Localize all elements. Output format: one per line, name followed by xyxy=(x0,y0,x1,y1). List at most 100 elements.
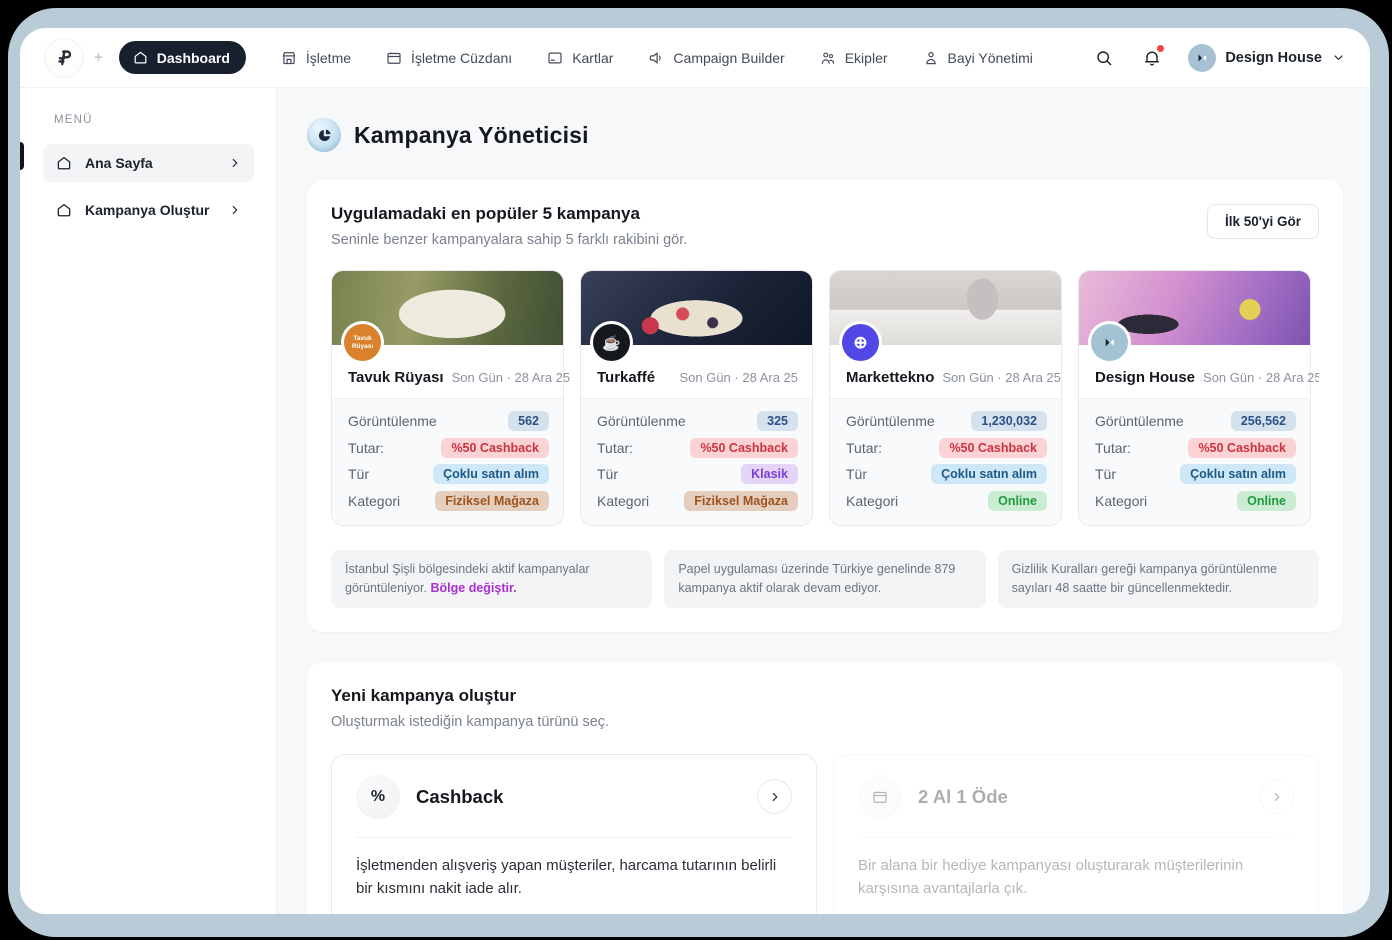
user-name: Design House xyxy=(1225,50,1322,66)
active-indicator xyxy=(20,142,24,170)
nav-item-ekipler[interactable]: Ekipler xyxy=(819,49,888,67)
nav-item-isletme[interactable]: İşletme xyxy=(280,49,351,67)
nav-item-isletme-cuzdani[interactable]: İşletme Cüzdanı xyxy=(385,49,512,67)
option-description: İşletmenden alışveriş yapan müşteriler, … xyxy=(356,854,792,901)
page-header: Kampanya Yöneticisi xyxy=(307,118,1343,152)
campaign-card[interactable]: ☕ Turkaffé Son Gün · 28 Ara 25 Görüntüle… xyxy=(580,270,813,526)
chevron-right-icon xyxy=(228,156,242,170)
campaign-card[interactable]: Design House Son Gün · 28 Ara 25 Görüntü… xyxy=(1078,270,1311,526)
amount-badge: %50 Cashback xyxy=(939,438,1047,458)
campaign-deadline: Son Gün · 28 Ara 25 xyxy=(942,370,1061,385)
views-badge: 562 xyxy=(508,411,549,431)
create-subtitle: Oluşturmak istediğin kampanya türünü seç… xyxy=(331,714,1319,730)
option-description: Bir alana bir hediye kampanyası oluştura… xyxy=(858,854,1294,901)
campaign-stats: Görüntülenme325 Tutar:%50 Cashback TürKl… xyxy=(581,398,812,525)
popular-campaigns-panel: Uygulamadaki en popüler 5 kampanya Senin… xyxy=(307,180,1343,632)
food-plate-photo: TavukRüyası xyxy=(332,271,563,345)
popular-subtitle: Seninle benzer kampanyalara sahip 5 fark… xyxy=(331,232,687,248)
campaign-deadline: Son Gün · 28 Ara 25 xyxy=(679,370,798,385)
views-badge: 1,230,032 xyxy=(971,411,1047,431)
type-badge: Çoklu satın alım xyxy=(931,464,1047,484)
note-privacy: Gizlilik Kuralları gereği kampanya görün… xyxy=(998,550,1319,608)
info-notes-row: İstanbul Şişli bölgesindeki aktif kampan… xyxy=(331,550,1319,608)
campaign-stats: Görüntülenme256,562 Tutar:%50 Cashback T… xyxy=(1079,398,1310,525)
views-badge: 256,562 xyxy=(1231,411,1296,431)
home-icon xyxy=(55,154,73,172)
amount-badge: %50 Cashback xyxy=(690,438,798,458)
megaphone-icon xyxy=(647,49,665,67)
sidebar: MENÜ Ana Sayfa Kampanya Oluştur xyxy=(20,88,277,914)
campaign-name: Design House xyxy=(1095,369,1195,386)
design-desk-photo xyxy=(1079,271,1310,345)
campaign-card[interactable]: TavukRüyası Tavuk Rüyası Son Gün · 28 Ar… xyxy=(331,270,564,526)
campaign-name: Markettekno xyxy=(846,369,934,386)
dessert-plate-photo: ☕ xyxy=(581,271,812,345)
wallet-icon xyxy=(385,49,403,67)
campaign-name: Turkaffé xyxy=(597,369,655,386)
option-2al1ode[interactable]: 2 Al 1 Öde Bir alana bir hediye kampanya… xyxy=(833,754,1319,915)
page-title: Kampanya Yöneticisi xyxy=(354,122,589,149)
campaign-stats: Görüntülenme 562 Tutar: %50 Cashback Tür Ço… xyxy=(332,398,563,525)
tavuk-ruyasi-logo: TavukRüyası xyxy=(344,324,381,361)
user-menu[interactable]: Design House xyxy=(1188,44,1346,72)
home-icon xyxy=(55,201,73,219)
type-label: Tür xyxy=(348,466,369,482)
nav-items: Dashboard İşletme İşletme Cüzdanı xyxy=(119,41,1033,74)
category-badge: Online xyxy=(988,491,1047,511)
plus-icon[interactable]: + xyxy=(94,49,103,66)
markettekno-logo: ⊕ xyxy=(842,324,879,361)
create-title: Yeni kampanya oluştur xyxy=(331,686,1319,706)
percent-icon: % xyxy=(356,775,400,819)
app-window: + Dashboard İşletme xyxy=(20,28,1370,914)
nav-item-bayi-yonetimi[interactable]: Bayi Yönetimi xyxy=(922,49,1033,67)
design-house-logo xyxy=(1091,324,1128,361)
option-title: Cashback xyxy=(416,786,503,808)
top-navigation-bar: + Dashboard İşletme xyxy=(20,28,1370,88)
nav-item-kartlar[interactable]: Kartlar xyxy=(546,49,613,67)
home-icon xyxy=(132,49,149,66)
sidebar-item-ana-sayfa[interactable]: Ana Sayfa xyxy=(43,144,254,182)
person-icon xyxy=(922,49,940,67)
notification-dot xyxy=(1157,45,1164,52)
type-badge: Çoklu satın alım xyxy=(433,464,549,484)
papel-logo-icon[interactable] xyxy=(44,38,84,78)
bell-icon[interactable] xyxy=(1140,46,1164,70)
create-campaign-panel: Yeni kampanya oluştur Oluşturmak istediğ… xyxy=(307,662,1343,915)
popular-title: Uygulamadaki en popüler 5 kampanya xyxy=(331,204,687,224)
see-top-50-button[interactable]: İlk 50'yi Gör xyxy=(1207,204,1319,239)
category-label: Kategori xyxy=(348,493,400,509)
amount-label: Tutar: xyxy=(348,440,384,456)
amount-badge: %50 Cashback xyxy=(441,438,549,458)
chevron-right-icon xyxy=(228,203,242,217)
office-counter-photo: ⊕ xyxy=(830,271,1061,345)
option-title: 2 Al 1 Öde xyxy=(918,786,1008,808)
option-cashback[interactable]: % Cashback İşletmenden alışveriş yapan m… xyxy=(331,754,817,915)
chevron-right-button[interactable] xyxy=(1259,779,1294,814)
change-region-link[interactable]: Bölge değiştir. xyxy=(431,581,517,595)
views-label: Görüntülenme xyxy=(348,413,437,429)
chevron-down-icon xyxy=(1331,50,1346,65)
card-icon xyxy=(546,49,564,67)
main-content: Kampanya Yöneticisi Uygulamadaki en popü… xyxy=(277,88,1370,914)
nav-item-dashboard[interactable]: Dashboard xyxy=(119,41,246,74)
nav-item-campaign-builder[interactable]: Campaign Builder xyxy=(647,49,784,67)
campaign-name: Tavuk Rüyası xyxy=(348,369,444,386)
topbar-right: Design House xyxy=(1092,44,1346,72)
pie-chart-icon xyxy=(307,118,341,152)
category-badge: Fiziksel Mağaza xyxy=(684,491,798,511)
type-badge: Çoklu satın alım xyxy=(1180,464,1296,484)
sidebar-item-kampanya-olustur[interactable]: Kampanya Oluştur xyxy=(43,191,254,229)
design-house-avatar xyxy=(1188,44,1216,72)
chevron-right-button[interactable] xyxy=(757,779,792,814)
views-badge: 325 xyxy=(757,411,798,431)
campaign-stats: Görüntülenme1,230,032 Tutar:%50 Cashback… xyxy=(830,398,1061,525)
team-icon xyxy=(819,49,837,67)
wallet-icon xyxy=(858,775,902,819)
storefront-icon xyxy=(280,49,298,67)
note-active-campaigns: Papel uygulaması üzerinde Türkiye geneli… xyxy=(664,550,985,608)
note-region: İstanbul Şişli bölgesindeki aktif kampan… xyxy=(331,550,652,608)
campaign-card[interactable]: ⊕ Markettekno Son Gün · 28 Ara 25 Görünt… xyxy=(829,270,1062,526)
search-icon[interactable] xyxy=(1092,46,1116,70)
sidebar-section-label: MENÜ xyxy=(54,114,254,126)
campaign-deadline: Son Gün · 28 Ara 25 xyxy=(452,370,571,385)
